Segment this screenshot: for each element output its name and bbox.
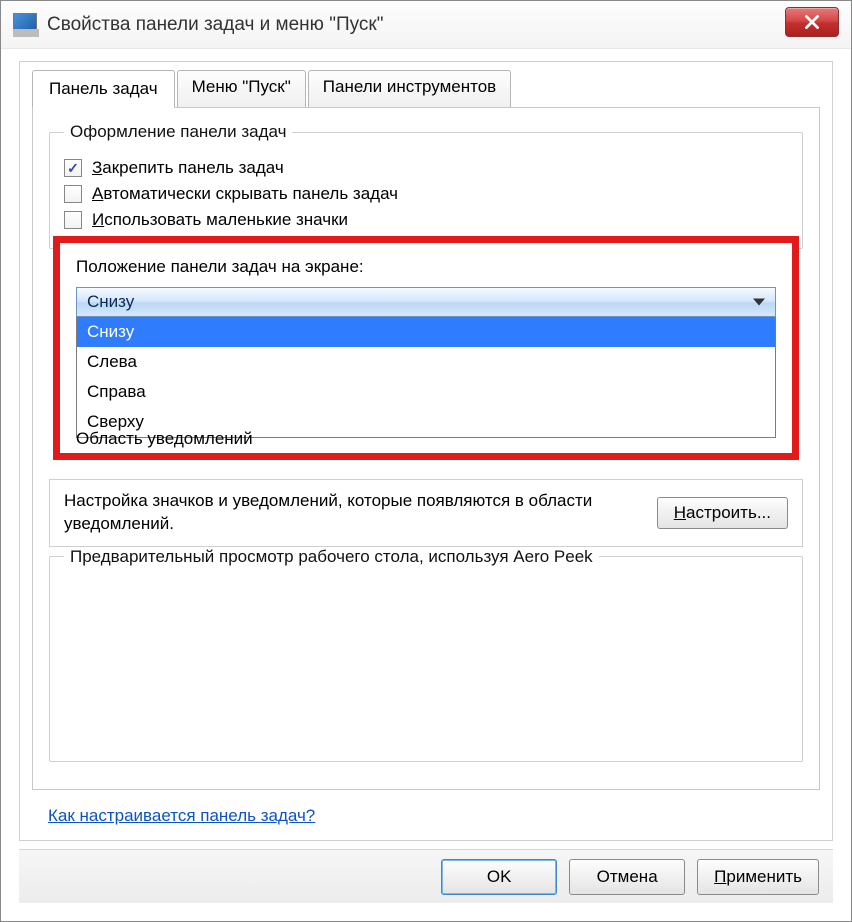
chevron-down-icon: [753, 299, 765, 306]
checkbox-small-icons-row[interactable]: Использовать маленькие значки: [64, 210, 788, 230]
position-combobox[interactable]: Снизу: [76, 287, 776, 317]
position-option-bottom[interactable]: Снизу: [77, 317, 775, 347]
tab-strip: Панель задач Меню "Пуск" Панели инструме…: [32, 70, 513, 107]
group-aero-peek-legend: Предварительный просмотр рабочего стола,…: [64, 547, 599, 567]
group-notification-area: Настройка значков и уведомлений, которые…: [49, 479, 803, 547]
checkbox-lock-row[interactable]: Закрепить панель задач: [64, 158, 788, 178]
position-option-right[interactable]: Справа: [77, 377, 775, 407]
checkbox-autohide[interactable]: [64, 185, 82, 203]
dialog-button-bar: OK Отмена Применить: [19, 849, 833, 903]
ok-button[interactable]: OK: [441, 859, 557, 895]
cancel-button[interactable]: Отмена: [569, 859, 685, 895]
group-appearance: Оформление панели задач Закрепить панель…: [49, 122, 803, 249]
checkbox-autohide-label: Автоматически скрывать панель задач: [92, 184, 398, 204]
checkbox-lock-label: Закрепить панель задач: [92, 158, 284, 178]
dialog-window: Свойства панели задач и меню "Пуск" Пане…: [0, 0, 852, 922]
checkbox-lock[interactable]: [64, 159, 82, 177]
checkbox-autohide-row[interactable]: Автоматически скрывать панель задач: [64, 184, 788, 204]
close-button[interactable]: [785, 7, 839, 37]
group-aero-peek: Предварительный просмотр рабочего стола,…: [49, 547, 803, 762]
position-label: Положение панели задач на экране:: [76, 257, 776, 277]
window-title: Свойства панели задач и меню "Пуск": [47, 14, 383, 36]
highlighted-position-section: Положение панели задач на экране: Снизу …: [53, 236, 799, 460]
tab-panel-taskbar: Оформление панели задач Закрепить панель…: [32, 107, 820, 790]
tab-toolbars[interactable]: Панели инструментов: [308, 70, 511, 107]
tab-start-menu[interactable]: Меню "Пуск": [177, 70, 306, 107]
customize-button[interactable]: Настроить...: [657, 497, 788, 529]
notification-area-legend: Область уведомлений: [76, 429, 253, 449]
help-link[interactable]: Как настраивается панель задач?: [48, 806, 315, 826]
titlebar: Свойства панели задач и меню "Пуск": [1, 1, 851, 49]
close-icon: [803, 13, 821, 31]
checkbox-small-icons-label: Использовать маленькие значки: [92, 210, 348, 230]
apply-button[interactable]: Применить: [697, 859, 819, 895]
position-dropdown-list: Снизу Слева Справа Сверху: [76, 317, 776, 438]
position-option-left[interactable]: Слева: [77, 347, 775, 377]
app-icon: [13, 13, 37, 37]
notification-text: Настройка значков и уведомлений, которые…: [64, 490, 645, 536]
client-area: Панель задач Меню "Пуск" Панели инструме…: [19, 61, 833, 841]
position-selected-value: Снизу: [87, 292, 134, 312]
tab-taskbar[interactable]: Панель задач: [32, 70, 175, 107]
group-appearance-legend: Оформление панели задач: [64, 122, 292, 142]
checkbox-small-icons[interactable]: [64, 211, 82, 229]
